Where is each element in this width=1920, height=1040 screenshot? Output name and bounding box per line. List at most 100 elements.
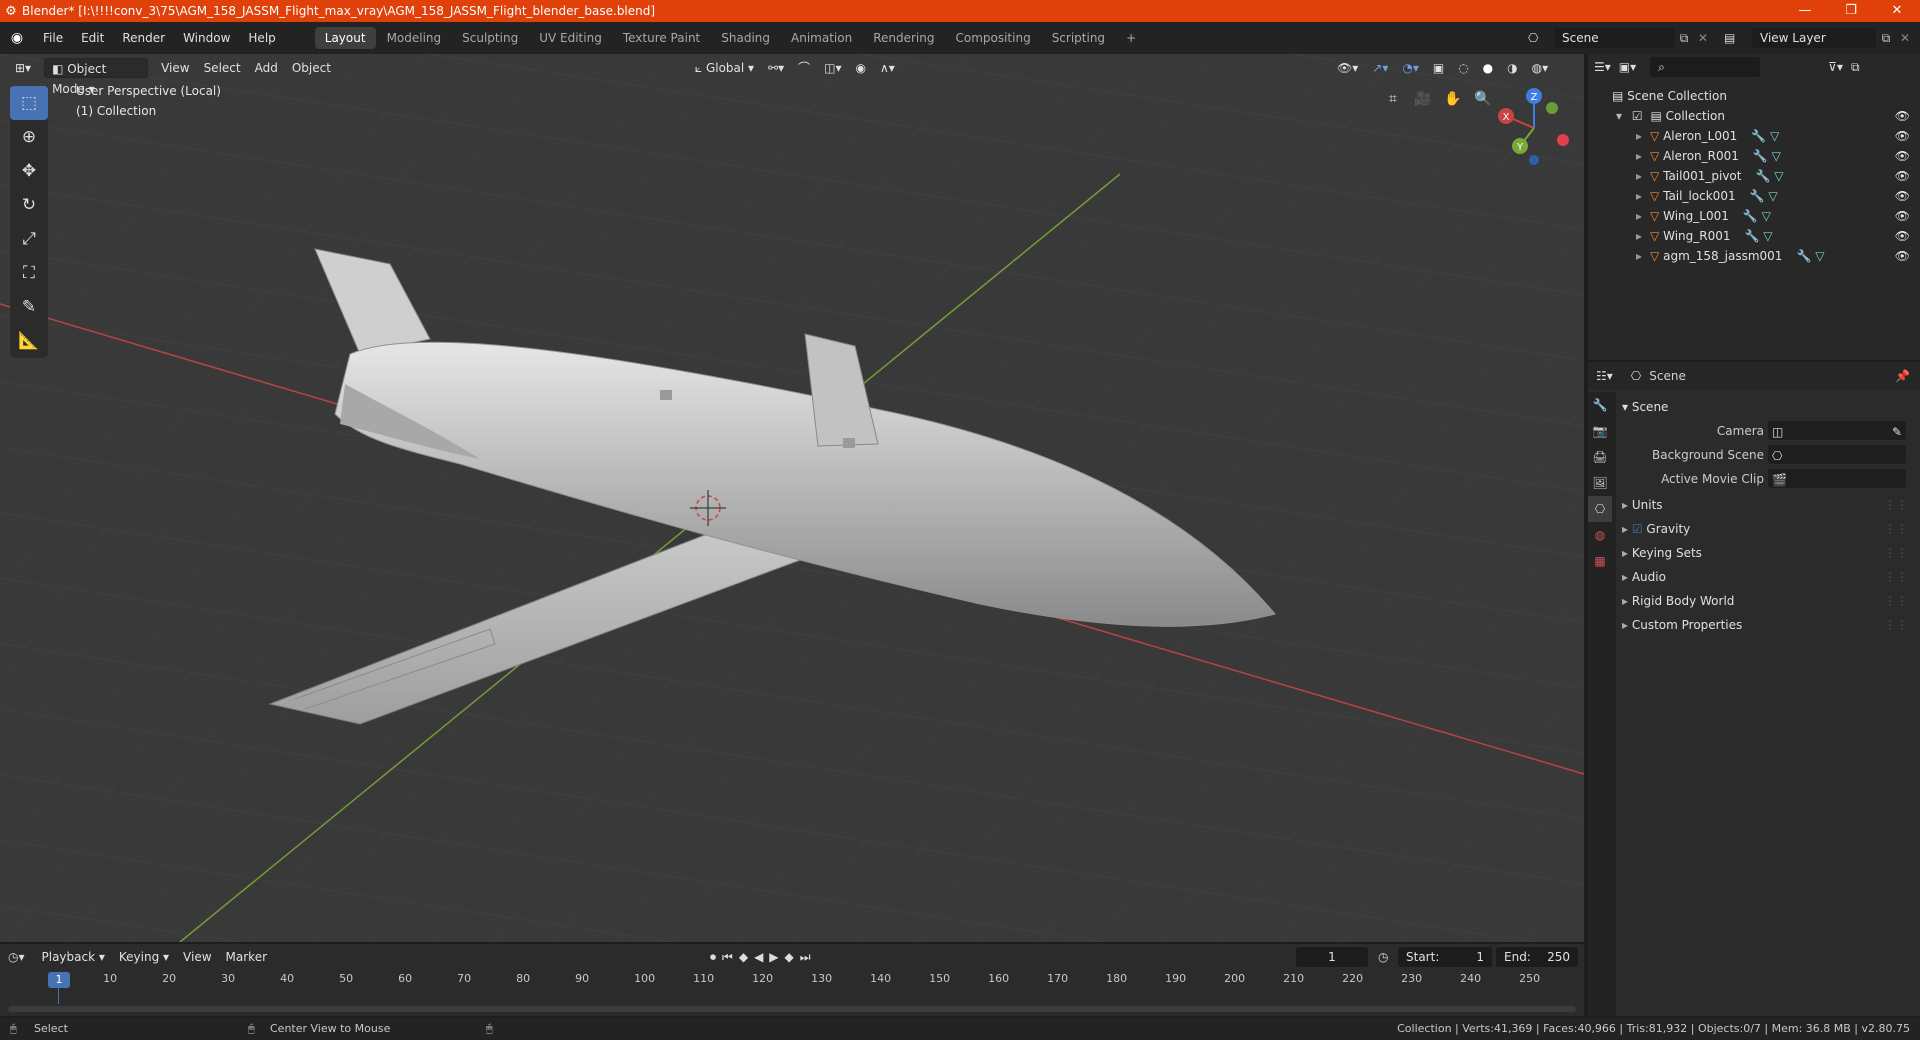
view-layer-tab-icon[interactable]: 🖼 bbox=[1588, 470, 1612, 496]
expand-arrow-icon[interactable]: ▸ bbox=[1636, 169, 1642, 183]
menu-render[interactable]: Render bbox=[113, 22, 174, 54]
eye-icon[interactable]: 👁 bbox=[1895, 146, 1910, 166]
measure-tool-icon[interactable]: 📐 bbox=[10, 324, 48, 358]
expand-arrow-icon[interactable]: ▸ bbox=[1636, 249, 1642, 263]
expand-arrow-icon[interactable]: ▸ bbox=[1636, 149, 1642, 163]
modifier-icon[interactable]: 🔧 bbox=[1796, 249, 1811, 263]
material-shading-icon[interactable]: ◑ bbox=[1500, 58, 1524, 78]
jump-end-icon[interactable]: ⏭ bbox=[800, 950, 811, 965]
modifier-icon[interactable]: 🔧 bbox=[1753, 149, 1768, 163]
mesh-data-icon[interactable]: ▽ bbox=[1772, 149, 1781, 163]
jump-start-icon[interactable]: ⏮ bbox=[722, 950, 733, 965]
properties-section-header[interactable]: ▸ Custom Properties ⋮⋮ bbox=[1622, 614, 1912, 636]
eye-icon[interactable]: 👁 bbox=[1895, 206, 1910, 226]
expand-arrow-icon[interactable]: ▸ bbox=[1636, 189, 1642, 203]
editor-type-icon[interactable]: ⊞▾ bbox=[8, 58, 38, 78]
render-tab-icon[interactable]: 📷 bbox=[1588, 418, 1612, 444]
annotate-tool-icon[interactable]: ✎ bbox=[10, 290, 48, 324]
scale-tool-icon[interactable]: ⤢ bbox=[10, 222, 48, 256]
menu-select[interactable]: Select bbox=[197, 58, 248, 78]
overlay-toggle-icon[interactable]: ◔▾ bbox=[1395, 58, 1426, 78]
preview-range-icon[interactable]: ◷ bbox=[1378, 950, 1388, 964]
tab-scripting[interactable]: Scripting bbox=[1042, 27, 1115, 49]
close-button[interactable]: ✕ bbox=[1874, 0, 1920, 22]
active-movie-clip-field[interactable]: 🎬 bbox=[1768, 469, 1906, 488]
texture-tab-icon[interactable]: ▦ bbox=[1588, 548, 1612, 574]
menu-keying[interactable]: Keying ▾ bbox=[112, 947, 176, 967]
drag-handle-icon[interactable]: ⋮⋮ bbox=[1884, 590, 1908, 612]
prev-keyframe-icon[interactable]: ◆ bbox=[739, 950, 748, 965]
drag-handle-icon[interactable]: ⋮⋮ bbox=[1884, 566, 1908, 588]
outliner-row-object[interactable]: ▸ ▽ Wing_L001 🔧 ▽ 👁 bbox=[1588, 206, 1920, 226]
menu-add[interactable]: Add bbox=[248, 58, 285, 78]
3d-viewport[interactable]: ⊞▾ ◧ Object Mode ▾ View Select Add Objec… bbox=[0, 54, 1584, 942]
menu-window[interactable]: Window bbox=[174, 22, 239, 54]
menu-marker[interactable]: Marker bbox=[219, 947, 274, 967]
mesh-data-icon[interactable]: ▽ bbox=[1774, 169, 1783, 183]
camera-view-icon[interactable]: 🎥 bbox=[1410, 86, 1436, 112]
tab-texture-paint[interactable]: Texture Paint bbox=[613, 27, 710, 49]
drag-handle-icon[interactable]: ⋮⋮ bbox=[1884, 494, 1908, 516]
expand-arrow-icon[interactable]: ▸ bbox=[1636, 209, 1642, 223]
filter-icon[interactable]: ⊽▾ bbox=[1828, 60, 1843, 74]
eye-icon[interactable]: 👁 bbox=[1895, 186, 1910, 206]
new-collection-icon[interactable]: ⧉ bbox=[1851, 60, 1860, 75]
outliner-row-object[interactable]: ▸ ▽ Aleron_R001 🔧 ▽ 👁 bbox=[1588, 146, 1920, 166]
next-keyframe-icon[interactable]: ◆ bbox=[785, 950, 794, 965]
tool-tab-icon[interactable]: 🔧 bbox=[1588, 392, 1612, 418]
current-frame-field[interactable]: 1 bbox=[1296, 947, 1368, 967]
gizmo-neg-z-handle[interactable] bbox=[1529, 155, 1539, 165]
eye-icon[interactable]: 👁 bbox=[1895, 246, 1910, 266]
properties-section-header[interactable]: ▸ Units ⋮⋮ bbox=[1622, 494, 1912, 516]
scene-name-field[interactable]: Scene bbox=[1554, 28, 1674, 48]
world-tab-icon[interactable]: ◍ bbox=[1588, 522, 1612, 548]
eye-icon[interactable]: 👁 bbox=[1895, 166, 1910, 186]
modifier-icon[interactable]: 🔧 bbox=[1743, 209, 1758, 223]
mesh-data-icon[interactable]: ▽ bbox=[1815, 249, 1824, 263]
select-box-tool-icon[interactable]: ⬚ bbox=[10, 86, 48, 120]
gizmo-neg-x-handle[interactable] bbox=[1557, 134, 1569, 146]
tab-uv-editing[interactable]: UV Editing bbox=[529, 27, 612, 49]
mesh-data-icon[interactable]: ▽ bbox=[1763, 229, 1772, 243]
output-tab-icon[interactable]: 🖨 bbox=[1588, 444, 1612, 470]
transform-orientation-dropdown[interactable]: ⟀ Global ▾ bbox=[688, 58, 761, 78]
tab-sculpting[interactable]: Sculpting bbox=[452, 27, 528, 49]
outliner-row-object[interactable]: ▸ ▽ Aleron_L001 🔧 ▽ 👁 bbox=[1588, 126, 1920, 146]
menu-playback[interactable]: Playback ▾ bbox=[35, 947, 112, 967]
pivot-point-icon[interactable]: ⚯▾ bbox=[761, 58, 791, 78]
camera-field[interactable]: ◫ ✎ bbox=[1768, 421, 1906, 440]
cursor-tool-icon[interactable]: ⊕ bbox=[10, 120, 48, 154]
mesh-data-icon[interactable]: ▽ bbox=[1770, 129, 1779, 143]
end-frame-field[interactable]: End: 250 bbox=[1496, 947, 1578, 967]
drag-handle-icon[interactable]: ⋮⋮ bbox=[1884, 518, 1908, 540]
minimize-button[interactable]: — bbox=[1782, 0, 1828, 22]
expand-arrow-icon[interactable]: ▸ bbox=[1636, 229, 1642, 243]
maximize-button[interactable]: ❐ bbox=[1828, 0, 1874, 22]
menu-timeline-view[interactable]: View bbox=[176, 947, 218, 967]
display-mode-icon[interactable]: ▣▾ bbox=[1619, 60, 1636, 74]
outliner-search-input[interactable]: ⌕ bbox=[1650, 57, 1761, 77]
playhead-frame-indicator[interactable]: 1 bbox=[48, 972, 70, 988]
tab-shading[interactable]: Shading bbox=[711, 27, 780, 49]
tab-layout[interactable]: Layout bbox=[314, 27, 376, 49]
mode-selector[interactable]: ◧ Object Mode ▾ bbox=[44, 58, 149, 96]
record-icon[interactable]: ⏺ bbox=[710, 950, 716, 965]
properties-section-header[interactable]: ▸ Rigid Body World ⋮⋮ bbox=[1622, 590, 1912, 612]
play-reverse-icon[interactable]: ◀ bbox=[754, 950, 763, 965]
tab-animation[interactable]: Animation bbox=[781, 27, 862, 49]
tab-rendering[interactable]: Rendering bbox=[863, 27, 944, 49]
start-frame-field[interactable]: Start: 1 bbox=[1398, 947, 1492, 967]
pin-icon[interactable]: 📌 bbox=[1895, 369, 1910, 383]
eye-icon[interactable]: 👁 bbox=[1895, 126, 1910, 146]
transform-tool-icon[interactable]: ⛶ bbox=[10, 256, 48, 290]
drag-handle-icon[interactable]: ⋮⋮ bbox=[1884, 614, 1908, 636]
tab-compositing[interactable]: Compositing bbox=[945, 27, 1040, 49]
scene-tab-icon[interactable]: ⎔ bbox=[1588, 496, 1612, 522]
menu-help[interactable]: Help bbox=[239, 22, 284, 54]
new-scene-icon[interactable]: ⧉ bbox=[1674, 31, 1694, 46]
scene-panel-header[interactable]: ▾ Scene bbox=[1622, 396, 1912, 418]
wireframe-shading-icon[interactable]: ◌ bbox=[1451, 58, 1475, 78]
eye-icon[interactable]: 👁 bbox=[1895, 226, 1910, 246]
timeline-ruler[interactable]: 1 10 20 30 40 50 60 70 80 90 100 110 120 130 140 150 160… bbox=[0, 970, 1584, 1004]
move-tool-icon[interactable]: ✥ bbox=[10, 154, 48, 188]
